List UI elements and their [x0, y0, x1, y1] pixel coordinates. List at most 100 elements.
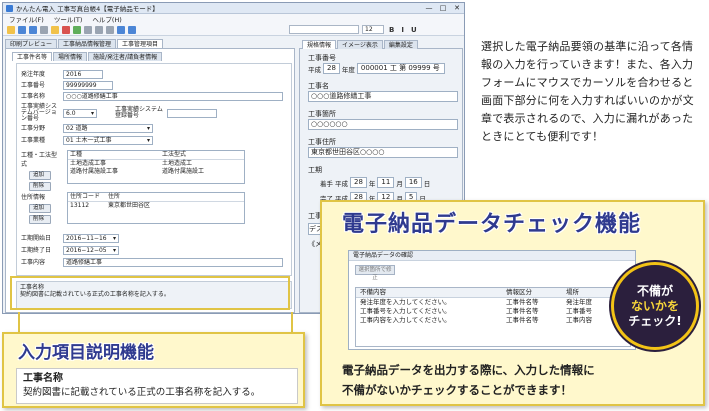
start-date-row: 着手 平成 28 年 11 月 16 日	[320, 177, 430, 188]
kouji-bangou-input[interactable]: 99999999	[63, 81, 113, 90]
table-header: 不備内容 情報区分 場所	[356, 288, 630, 298]
field-end-date: 工期終了日 2016−12−05	[21, 246, 119, 255]
table-row[interactable]: 13112 東京都世田谷区	[68, 202, 244, 210]
table-cell: 土地造成工事	[70, 160, 107, 167]
tab-edit-settings[interactable]: 編集設定	[383, 40, 418, 49]
print-icon[interactable]	[40, 25, 48, 34]
tab-kouji-kenmei[interactable]: 工事件名等	[12, 52, 53, 61]
bunya-select[interactable]: 02 道路	[63, 124, 153, 133]
field-label: 工事名称	[21, 92, 46, 100]
nendo-input[interactable]: 2016	[63, 70, 103, 79]
field-kouji-gyoushu: 工事業種 01 土木一式工事	[21, 136, 153, 145]
address-delete-button[interactable]: 削除	[29, 215, 51, 224]
paste-icon[interactable]	[106, 25, 114, 34]
tab-print-preview[interactable]: 印刷プレビュー	[5, 39, 58, 48]
field-label: 工事分野	[21, 124, 46, 132]
table-row[interactable]: 道路付属施設工事 道路付属施設工	[68, 168, 244, 176]
kouji-meisho-input[interactable]: ○○○道路修繕工事	[63, 92, 283, 101]
address-label-group: 住所情報 追加 削除	[21, 192, 59, 224]
kouji-bangou-row: 平成 28 年度 000001 工 第 09999 号	[308, 63, 445, 74]
callout-connector	[18, 312, 293, 334]
tab-shisetsu[interactable]: 施設/発注者/請負者情報	[88, 52, 163, 61]
table-cell: 土地造成工	[162, 160, 193, 167]
table-cell: 発注年度を入力してください。	[360, 298, 451, 306]
menu-file[interactable]: ファイル(F)	[9, 14, 44, 24]
footer-line-1: 電子納品データを出力する際に、入力した情報に	[342, 363, 595, 377]
menu-bar: ファイル(F) ツール(T) ヘルプ(H)	[3, 14, 464, 24]
tab-image[interactable]: イメージ表示	[337, 40, 383, 49]
close-button[interactable]: ✕	[450, 4, 464, 12]
table-row[interactable]: 工事内容を入力してください。 工事件名等 工事内容	[356, 316, 630, 325]
callout-item-desc: 契約図書に記載されている正式の工事名称を記入する。	[23, 387, 261, 398]
jusho-input[interactable]: 東京都世田谷区○○○○	[308, 147, 458, 158]
tab-kikaku[interactable]: 規格情報	[302, 40, 337, 49]
copy-icon[interactable]	[95, 25, 103, 34]
table-cell: 東京都世田谷区	[108, 202, 151, 209]
kouji-mei-input[interactable]: ○○○道路修繕工事	[308, 91, 458, 102]
callout-title: 入力項目説明機能	[18, 343, 154, 363]
save-icon[interactable]	[29, 25, 37, 34]
bold-button[interactable]: B	[387, 26, 396, 34]
field-label: 工事実績システム登録番号	[115, 106, 163, 119]
field-kouji-bunya: 工事分野 02 道路	[21, 124, 153, 133]
badge-text: 不備が ないかを チェック!	[628, 284, 681, 329]
table-header: 住所コード 住所	[68, 193, 244, 202]
form-area: 発注年度 2016 工事番号 99999999 工事名称 ○○○道路修繕工事 工…	[16, 63, 292, 276]
field-label: 工種・工法型式	[21, 152, 58, 168]
kousyu-add-button[interactable]: 追加	[29, 171, 51, 180]
check-panel-footer: 電子納品データを出力する際に、入力した情報に 不備がないかチェックすることができ…	[342, 360, 595, 400]
cut-icon[interactable]	[84, 25, 92, 34]
table-cell: 工事件名等	[506, 298, 539, 306]
number-box[interactable]: 000001 工 第 09999 号	[356, 63, 445, 74]
tab-management-items[interactable]: 工事管理項目	[117, 39, 164, 48]
kouji-mei-label: 工事名	[308, 82, 329, 90]
registration-number-input[interactable]	[167, 108, 217, 118]
tab-basho[interactable]: 場所情報	[53, 52, 88, 61]
year-unit: 年	[368, 179, 376, 188]
badge-line-2: ないかを	[630, 298, 679, 313]
delete-icon[interactable]	[62, 25, 70, 34]
basho-label: 工事箇所	[308, 110, 336, 118]
folder-icon[interactable]	[51, 25, 59, 34]
open-icon[interactable]	[18, 25, 26, 34]
kousyu-delete-button[interactable]: 削除	[29, 182, 51, 191]
basho-input[interactable]: ○○○○○○	[308, 119, 458, 130]
table-row[interactable]: 工事番号を入力してください。 工事件名等 工事番号	[356, 307, 630, 316]
gyoushu-select[interactable]: 01 土木一式工事	[63, 136, 153, 145]
kousyu-table[interactable]: 工種 工法型式 土地造成工事 土地造成工 道路付属施設工事 道路付属施設工	[67, 150, 245, 184]
menu-tools[interactable]: ツール(T)	[54, 14, 83, 24]
new-icon[interactable]	[7, 25, 15, 34]
header-cell: 不備内容	[360, 288, 386, 296]
version-select[interactable]: 6.0	[63, 108, 97, 118]
fix-selected-button[interactable]: 選択箇所で修正	[355, 265, 395, 281]
redo-icon[interactable]	[128, 25, 136, 34]
start-year-box[interactable]: 28	[350, 177, 367, 188]
explanation-callout: 入力項目説明機能 工事名称 契約図書に記載されている正式の工事名称を記入する。	[2, 332, 305, 408]
undo-icon[interactable]	[117, 25, 125, 34]
underline-button[interactable]: U	[409, 26, 419, 34]
table-row[interactable]: 土地造成工事 土地造成工	[68, 160, 244, 168]
start-date-picker[interactable]: 2016−11−16	[63, 234, 119, 243]
kousyu-label-group: 工種・工法型式 追加 削除	[21, 150, 59, 191]
minimize-button[interactable]: —	[422, 4, 436, 12]
table-row[interactable]: 発注年度を入力してください。 工事件名等 発注年度	[356, 298, 630, 307]
start-day-box[interactable]: 16	[404, 177, 422, 188]
maximize-button[interactable]: □	[436, 4, 450, 12]
tab-delivery-info[interactable]: 工事納品情報管理	[58, 39, 117, 48]
badge-line-3: チェック!	[628, 313, 682, 328]
dialog-title: 電子納品データの確認	[349, 251, 635, 261]
italic-button[interactable]: I	[399, 26, 406, 34]
address-table[interactable]: 住所コード 住所 13112 東京都世田谷区	[67, 192, 245, 224]
font-size-select[interactable]: 12	[362, 25, 384, 34]
menu-help[interactable]: ヘルプ(H)	[92, 14, 121, 24]
year-box[interactable]: 28	[323, 63, 340, 74]
field-start-date: 工期開始日 2016−11−16	[21, 234, 119, 243]
table-cell: 道路付属施設工	[162, 168, 205, 175]
end-date-picker[interactable]: 2016−12−05	[63, 246, 119, 255]
kouji-naiyou-input[interactable]: 道路修繕工事	[63, 258, 283, 267]
font-family-select[interactable]	[289, 25, 359, 34]
image-icon[interactable]	[73, 25, 81, 34]
app-icon	[6, 4, 13, 12]
start-month-box[interactable]: 11	[377, 177, 395, 188]
address-add-button[interactable]: 追加	[29, 204, 51, 213]
